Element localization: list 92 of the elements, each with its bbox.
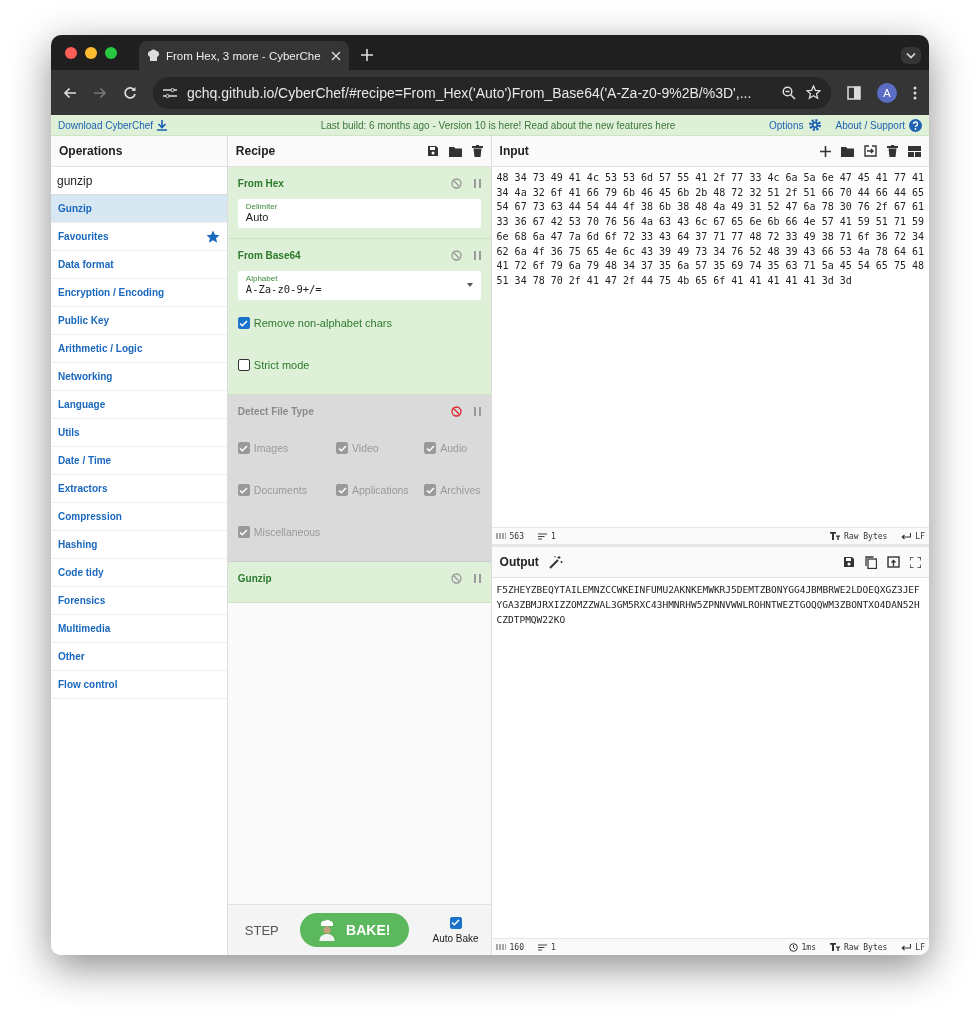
category-item[interactable]: Flow control: [51, 671, 227, 699]
maximise-icon[interactable]: [910, 556, 921, 568]
dropdown-caret-icon[interactable]: [466, 283, 473, 287]
category-item[interactable]: Other: [51, 643, 227, 671]
reload-icon[interactable]: [123, 85, 137, 100]
more-menu-icon[interactable]: [913, 85, 917, 100]
about-link[interactable]: About / Support: [835, 119, 905, 131]
replace-input-icon[interactable]: [887, 556, 900, 568]
magic-wand-icon[interactable]: [548, 555, 563, 569]
category-item[interactable]: Forensics: [51, 587, 227, 615]
chef-icon: [318, 919, 337, 941]
checkbox-label[interactable]: Auto Bake: [432, 932, 479, 944]
site-settings-icon[interactable]: [163, 86, 177, 99]
category-item[interactable]: Networking: [51, 363, 227, 391]
panel-title: Recipe: [235, 144, 277, 158]
clock-icon: [788, 942, 798, 952]
close-icon[interactable]: [331, 50, 341, 61]
category-item[interactable]: Encryption / Encoding: [51, 279, 227, 307]
plus-icon[interactable]: [820, 145, 831, 157]
category-item[interactable]: Compression: [51, 503, 227, 531]
length-count: 160: [509, 942, 524, 952]
return-arrow-icon[interactable]: [901, 943, 912, 951]
category-item[interactable]: Favourites: [51, 223, 227, 251]
copy-icon[interactable]: [865, 555, 877, 569]
panel-title: Operations: [59, 144, 124, 158]
character-count-icon: [495, 533, 506, 539]
folder-icon[interactable]: [841, 145, 854, 157]
encoding-label[interactable]: Raw Bytes: [844, 942, 888, 952]
output-text: F5ZHEYZBEQYTAILEMNZCCWKEINFUMU2AKNKEMWKRJ5DEMTZBONYGG4JBMBRWE2LDOEQXGZ3JEFYGA3ZBMJRXIZZOMZZWAL3GM5RXC43HMNRHW5ZPNNVWWLROHNTWEZTGOQQWM3ZBONTXO4DAN52HCZDTPMQW22KO: [496, 583, 920, 627]
line-count: 1: [551, 942, 556, 952]
category-item[interactable]: Arithmetic / Logic: [51, 335, 227, 363]
category-item[interactable]: Language: [51, 391, 227, 419]
checkbox[interactable]: [237, 359, 250, 371]
category-item[interactable]: Public Key: [51, 307, 227, 335]
step-button[interactable]: STEP: [244, 922, 279, 938]
encoding-label[interactable]: Raw Bytes: [844, 531, 888, 541]
close-window-button[interactable]: [65, 46, 77, 59]
trash-icon[interactable]: [887, 145, 898, 157]
recipe-operation[interactable]: From Base64 Alphabet A-Za-z0-9+/= Remove non-alphabet chars Strict mode: [227, 239, 491, 395]
panel-title: Output: [499, 555, 539, 569]
category-item[interactable]: Hashing: [51, 531, 227, 559]
side-panel-icon[interactable]: [847, 85, 861, 100]
character-count-icon: [495, 944, 506, 950]
line-count: 1: [551, 531, 556, 541]
checkbox-label[interactable]: Remove non-alphabet chars: [253, 317, 392, 329]
save-icon[interactable]: [843, 556, 855, 568]
chef-hat-icon: [147, 49, 160, 62]
chevron-down-icon[interactable]: [906, 52, 916, 59]
category-item[interactable]: Code tidy: [51, 559, 227, 587]
line-ending-label[interactable]: LF: [915, 531, 925, 541]
category-item[interactable]: Extractors: [51, 475, 227, 503]
checkbox[interactable]: [237, 317, 250, 329]
input-text[interactable]: 48 34 73 49 41 4c 53 53 6d 57 55 41 2f 77 33 4c 6a 5a 6e 47 45 41 77 41 34 4a 32 6f 41 66 79 6b 46 45 6b 2b 48 72 32 51 2f 51 66 70 44 66 44 65 54 67 73 63 44 54 44 4f 38 6b 38 48 4a 49 31 52 47 6a 78 30 76 2f 67 61 33 36 67 42 53 70 76 56 4a 63 43 6c 67 65 6e 6b 66 4e 57 41 59 51 71 59 6e 68 6a 47 7a 6d 6f 72 33 43 64 37 71 77 48 72 33 49 38 71 6f 36 72 34 62 6a 4f 36 75 65 4e 6c 43 39 49 73 34 76 52 48 39 43 66 53 4a 78 64 61 41 72 6f 79 6a 79 48 34 37 35 6a 57 35 69 74 35 63 71 5a 45 54 65 75 48 51 34 78 70 2f 41 47 2f 44 75 4b 65 6f 41 41 41 41 41 3d 3d: [496, 171, 924, 289]
return-arrow-icon[interactable]: [901, 532, 912, 540]
checkbox-label[interactable]: Strict mode: [253, 359, 310, 371]
lines-icon: [538, 943, 547, 951]
text-format-icon[interactable]: [830, 532, 840, 540]
lines-icon: [538, 532, 547, 540]
zoom-icon[interactable]: [782, 85, 796, 100]
browser-tab[interactable]: From Hex, 3 more - CyberChe: [139, 41, 349, 70]
download-icon[interactable]: [157, 119, 168, 131]
address-bar[interactable]: gchq.github.io/CyberChef/#recipe=From_Hex('Auto')From_Base64('A-Za-z0-9%2B/%3D',...: [153, 76, 831, 109]
star-outline-icon[interactable]: [806, 85, 821, 100]
category-item[interactable]: Date / Time: [51, 447, 227, 475]
open-file-icon[interactable]: [864, 145, 877, 157]
minimize-window-button[interactable]: [85, 46, 97, 59]
trash-icon[interactable]: [471, 145, 483, 157]
folder-icon[interactable]: [448, 145, 462, 157]
text-format-icon[interactable]: [830, 943, 840, 951]
settings-icon[interactable]: [807, 118, 822, 132]
recipe-operation[interactable]: From Hex Delimiter Auto: [227, 167, 491, 239]
line-ending-label[interactable]: LF: [915, 942, 925, 952]
auto-bake-checkbox[interactable]: [449, 916, 462, 929]
bake-time: 1ms: [801, 942, 816, 952]
zoom-window-button[interactable]: [105, 46, 117, 59]
build-message: Last build: 6 months ago - Version 10 is here! Read about the new features here: [319, 119, 677, 131]
category-item[interactable]: Data format: [51, 251, 227, 279]
profile-avatar[interactable]: A: [877, 82, 897, 103]
forward-arrow-icon[interactable]: [93, 85, 107, 100]
panel-title: Input: [499, 144, 530, 158]
download-link[interactable]: Download CyberChef: [58, 119, 154, 131]
text-field[interactable]: Delimiter Auto: [237, 199, 481, 228]
back-arrow-icon[interactable]: [63, 85, 77, 100]
save-icon[interactable]: [426, 145, 439, 157]
category-item[interactable]: Multimedia: [51, 615, 227, 643]
dropdown-field[interactable]: Alphabet A-Za-z0-9+/=: [237, 271, 481, 300]
length-count: 563: [509, 531, 524, 541]
category-item[interactable]: Utils: [51, 419, 227, 447]
options-link[interactable]: Options: [769, 119, 804, 131]
help-icon[interactable]: [909, 118, 922, 132]
category-item[interactable]: Gunzip: [51, 195, 227, 223]
layout-icon[interactable]: [908, 145, 921, 157]
